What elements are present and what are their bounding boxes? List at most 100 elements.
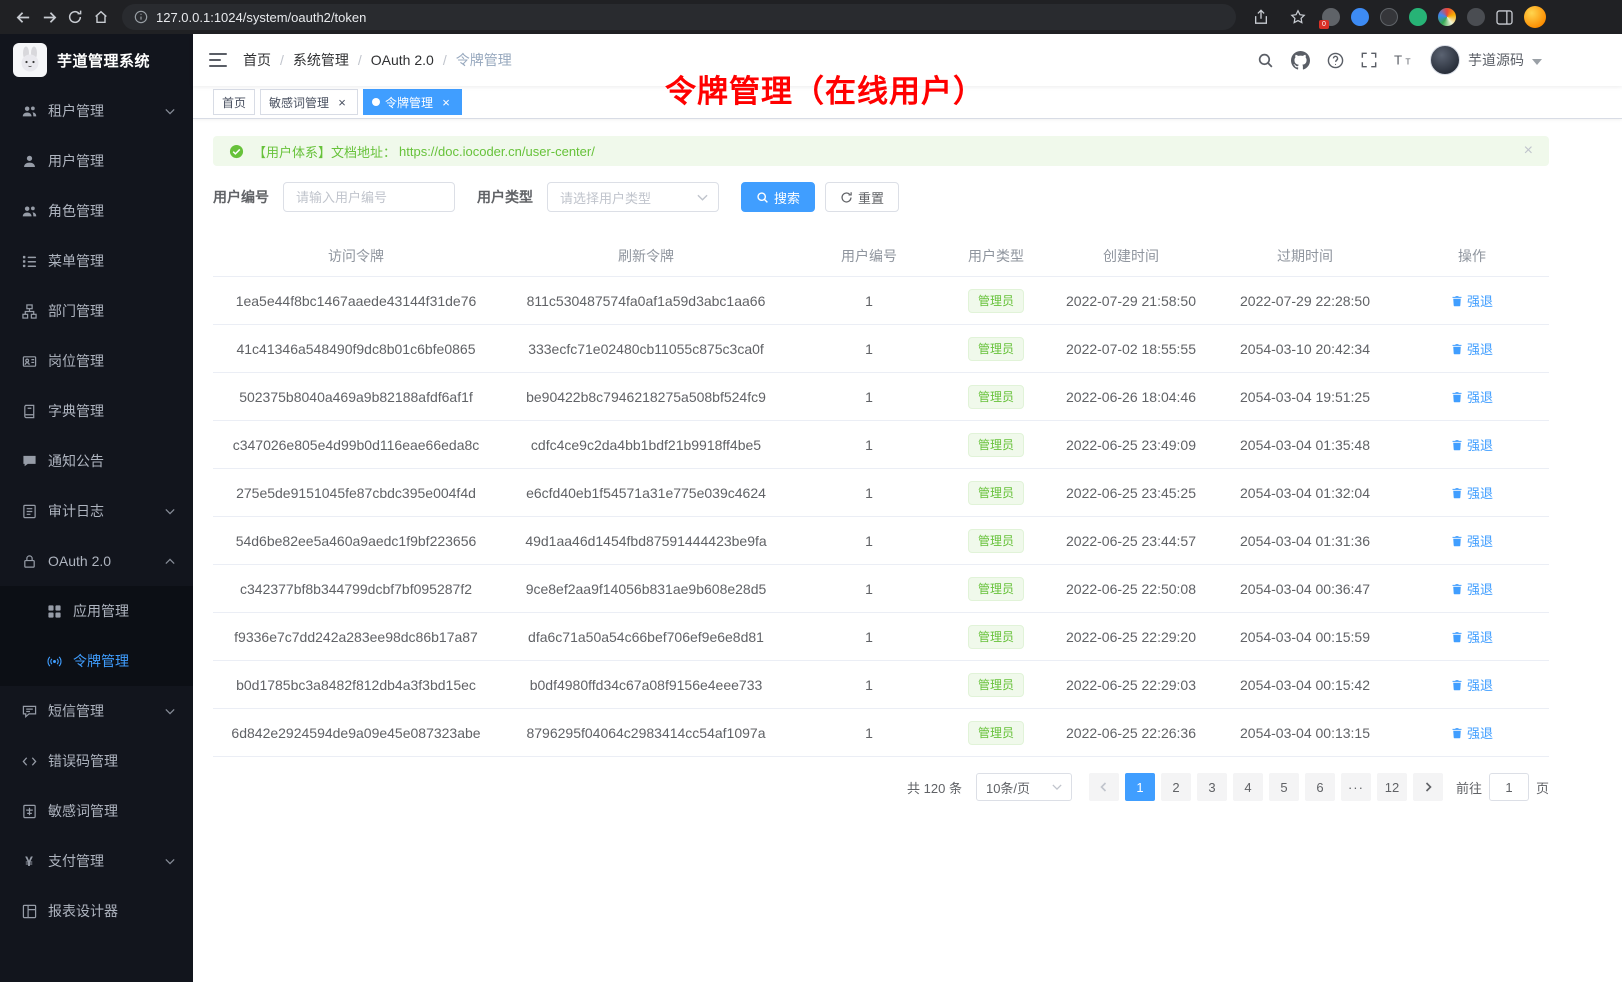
sidebar-item-role-management[interactable]: 角色管理 [0,186,193,236]
pagination-page-3[interactable]: 3 [1197,773,1227,801]
force-logout-button[interactable]: 强退 [1451,339,1493,358]
table-body: 1ea5e44f8bc1467aaede43144f31de76811c5304… [213,277,1549,757]
sidebar-item-sensitive-word-management[interactable]: 敏感词管理 [0,786,193,836]
action-cell: 强退 [1395,469,1549,517]
tab-close-icon[interactable]: × [335,95,349,109]
force-logout-button[interactable]: 强退 [1451,387,1493,406]
action-cell: 强退 [1395,517,1549,565]
sidebar-item-oauth2[interactable]: OAuth 2.0 [0,536,193,586]
pagination-page-6[interactable]: 6 [1305,773,1335,801]
force-logout-label: 强退 [1467,627,1493,646]
extension-paw-icon[interactable] [1467,8,1485,26]
tenants-icon [21,104,37,119]
goto-page-input[interactable] [1489,773,1529,801]
share-icon[interactable] [1248,4,1274,30]
force-logout-label: 强退 [1467,579,1493,598]
pagination-page-2[interactable]: 2 [1161,773,1191,801]
sidebar-item-tenant-management[interactable]: 租户管理 [0,86,193,136]
pagination-page-12[interactable]: 12 [1377,773,1407,801]
pagination-more-button[interactable]: ··· [1341,773,1371,801]
sidebar-item-app-management[interactable]: 应用管理 [0,586,193,636]
tab-sensitive-word[interactable]: 敏感词管理× [260,89,358,115]
user-id-input[interactable] [283,182,455,212]
search-icon[interactable] [1257,52,1274,69]
user-menu[interactable]: 芋道源码 [1430,45,1542,75]
pagination-prev-button[interactable] [1089,773,1119,801]
refresh-token-cell: b0df4980ffd34c67a08f9156e4eee733 [499,661,793,709]
chevron-down-icon [165,108,175,115]
sidebar-item-dict-management[interactable]: 字典管理 [0,386,193,436]
action-cell: 强退 [1395,325,1549,373]
force-logout-button[interactable]: 强退 [1451,675,1493,694]
back-icon[interactable] [10,4,36,30]
force-logout-button[interactable]: 强退 [1451,291,1493,310]
sidebar-item-post-management[interactable]: 岗位管理 [0,336,193,386]
search-button[interactable]: 搜索 [741,182,815,212]
user-type-tag: 管理员 [968,385,1024,409]
pagination-next-button[interactable] [1413,773,1443,801]
sidebar-collapse-icon[interactable] [209,53,227,67]
sidebar-item-sms-management[interactable]: 短信管理 [0,686,193,736]
extension-blue-icon[interactable] [1351,8,1369,26]
table-row: 275e5de9151045fe87cbdc395e004f4de6cfd40e… [213,469,1549,517]
access-token-cell: c342377bf8b344799dcbf7bf095287f2 [213,565,499,613]
help-icon[interactable] [1327,52,1344,69]
pagination-page-1[interactable]: 1 [1125,773,1155,801]
font-size-icon[interactable]: TT [1394,52,1413,68]
force-logout-button[interactable]: 强退 [1451,435,1493,454]
action-cell: 强退 [1395,661,1549,709]
alert-close-icon[interactable]: × [1524,143,1533,159]
browser-profile-avatar[interactable] [1524,6,1546,28]
tab-close-icon[interactable]: × [439,95,453,109]
username: 芋道源码 [1468,50,1524,70]
sidebar-item-label: 短信管理 [48,701,165,721]
split-view-icon[interactable] [1496,10,1513,25]
expire-time-cell: 2054-03-04 19:51:25 [1215,373,1395,421]
force-logout-button[interactable]: 强退 [1451,579,1493,598]
sidebar-item-notice-management[interactable]: 通知公告 [0,436,193,486]
extensions-puzzle-icon[interactable] [1438,8,1456,26]
bookmark-star-icon[interactable] [1285,4,1311,30]
user-type-select[interactable]: 请选择用户类型 [547,182,719,212]
tab-token[interactable]: 令牌管理× [363,89,462,115]
app-logo[interactable]: 芋道管理系统 [0,34,193,86]
reload-icon[interactable] [62,4,88,30]
sidebar-item-audit-log[interactable]: 审计日志 [0,486,193,536]
site-info-icon[interactable] [134,10,148,24]
forward-icon[interactable] [36,4,62,30]
force-logout-button[interactable]: 强退 [1451,531,1493,550]
sidebar-item-errorcode-management[interactable]: 错误码管理 [0,736,193,786]
tab-home[interactable]: 首页 [213,89,255,115]
alert-doc-link[interactable]: https://doc.iocoder.cn/user-center/ [399,144,595,159]
sidebar-item-dept-management[interactable]: 部门管理 [0,286,193,336]
force-logout-button[interactable]: 强退 [1451,483,1493,502]
chevron-down-icon [165,508,175,515]
pagination-page-4[interactable]: 4 [1233,773,1263,801]
home-icon[interactable] [88,4,114,30]
breadcrumb-item[interactable]: 首页 [243,50,271,70]
extension-green-icon[interactable] [1409,8,1427,26]
sidebar-item-menu-management[interactable]: 菜单管理 [0,236,193,286]
action-cell: 强退 [1395,421,1549,469]
address-bar[interactable]: 127.0.0.1:1024/system/oauth2/token [122,4,1236,30]
app-logo-icon [13,43,47,77]
delete-icon [1451,439,1463,451]
column-header: 操作 [1395,236,1549,277]
sidebar-item-token-management[interactable]: 令牌管理 [0,636,193,686]
force-logout-button[interactable]: 强退 [1451,723,1493,742]
extension-badged-icon[interactable]: 0 [1322,8,1340,26]
github-icon[interactable] [1291,51,1310,70]
extension-dark-icon[interactable] [1380,8,1398,26]
force-logout-button[interactable]: 强退 [1451,627,1493,646]
sidebar-item-report-designer[interactable]: 报表设计器 [0,886,193,936]
pagination-page-5[interactable]: 5 [1269,773,1299,801]
reset-button[interactable]: 重置 [825,182,899,212]
fullscreen-icon[interactable] [1361,52,1377,68]
sidebar-item-pay-management[interactable]: ¥支付管理 [0,836,193,886]
breadcrumb-item[interactable]: OAuth 2.0 [371,52,434,68]
page-size-select[interactable]: 10条/页 [976,773,1072,801]
column-header: 用户编号 [793,236,945,277]
refresh-token-cell: 811c530487574fa0af1a59d3abc1aa66 [499,277,793,325]
breadcrumb-item[interactable]: 系统管理 [293,50,349,70]
sidebar-item-user-management[interactable]: 用户管理 [0,136,193,186]
